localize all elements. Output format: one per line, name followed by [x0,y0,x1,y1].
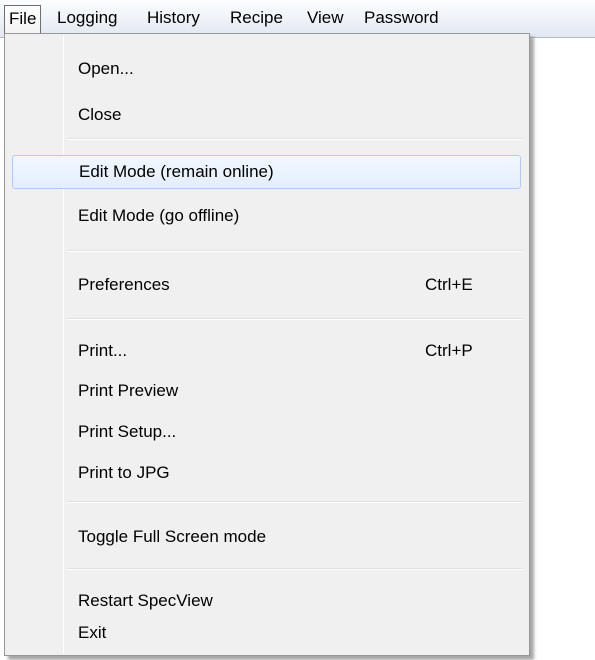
menu-separator [67,250,523,252]
menu-item-print[interactable]: Print... Ctrl+P [7,334,527,368]
background-window [530,38,595,660]
menu-item-print-setup[interactable]: Print Setup... [7,415,527,449]
menu-item-toggle-fullscreen[interactable]: Toggle Full Screen mode [7,520,527,554]
menu-separator [67,501,523,503]
menu-item-label: Toggle Full Screen mode [78,527,267,546]
menu-item-print-to-jpg[interactable]: Print to JPG [7,456,527,490]
menu-item-exit[interactable]: Exit [7,616,527,650]
menu-item-restart-specview[interactable]: Restart SpecView [7,584,527,618]
menu-item-label: Print to JPG [78,463,170,482]
menu-item-label: Restart SpecView [78,591,213,610]
menu-logging[interactable]: Logging [52,5,123,33]
shortcut-label: Ctrl+P [425,341,473,360]
menu-item-open[interactable]: Open... [7,52,527,86]
menu-item-label: Open... [78,59,134,78]
menu-password[interactable]: Password [359,5,444,33]
menu-separator [67,568,523,570]
menu-item-label: Edit Mode (remain online) [79,162,274,181]
menu-separator [67,138,523,140]
menu-item-edit-mode-online[interactable]: Edit Mode (remain online) [12,155,521,189]
shortcut-label: Ctrl+E [425,275,473,294]
file-dropdown-menu: Open... Close Edit Mode (remain online) … [4,33,530,656]
menu-item-label: Preferences [78,275,170,294]
menu-item-label: Close [78,105,122,124]
menu-view[interactable]: View [302,5,349,33]
menu-item-label: Edit Mode (go offline) [78,206,240,225]
menu-history[interactable]: History [142,5,205,33]
menu-item-preferences[interactable]: Preferences Ctrl+E [7,268,527,302]
menu-item-print-preview[interactable]: Print Preview [7,374,527,408]
menu-item-label: Print Setup... [78,422,177,441]
menu-item-label: Print... [78,341,128,360]
menu-recipe[interactable]: Recipe [225,5,288,33]
menu-item-label: Exit [78,623,107,642]
menu-file[interactable]: File [4,5,42,33]
menu-item-close[interactable]: Close [7,98,527,132]
menu-separator [67,318,523,320]
menu-item-label: Print Preview [78,381,179,400]
menu-item-edit-mode-offline[interactable]: Edit Mode (go offline) [7,199,527,233]
